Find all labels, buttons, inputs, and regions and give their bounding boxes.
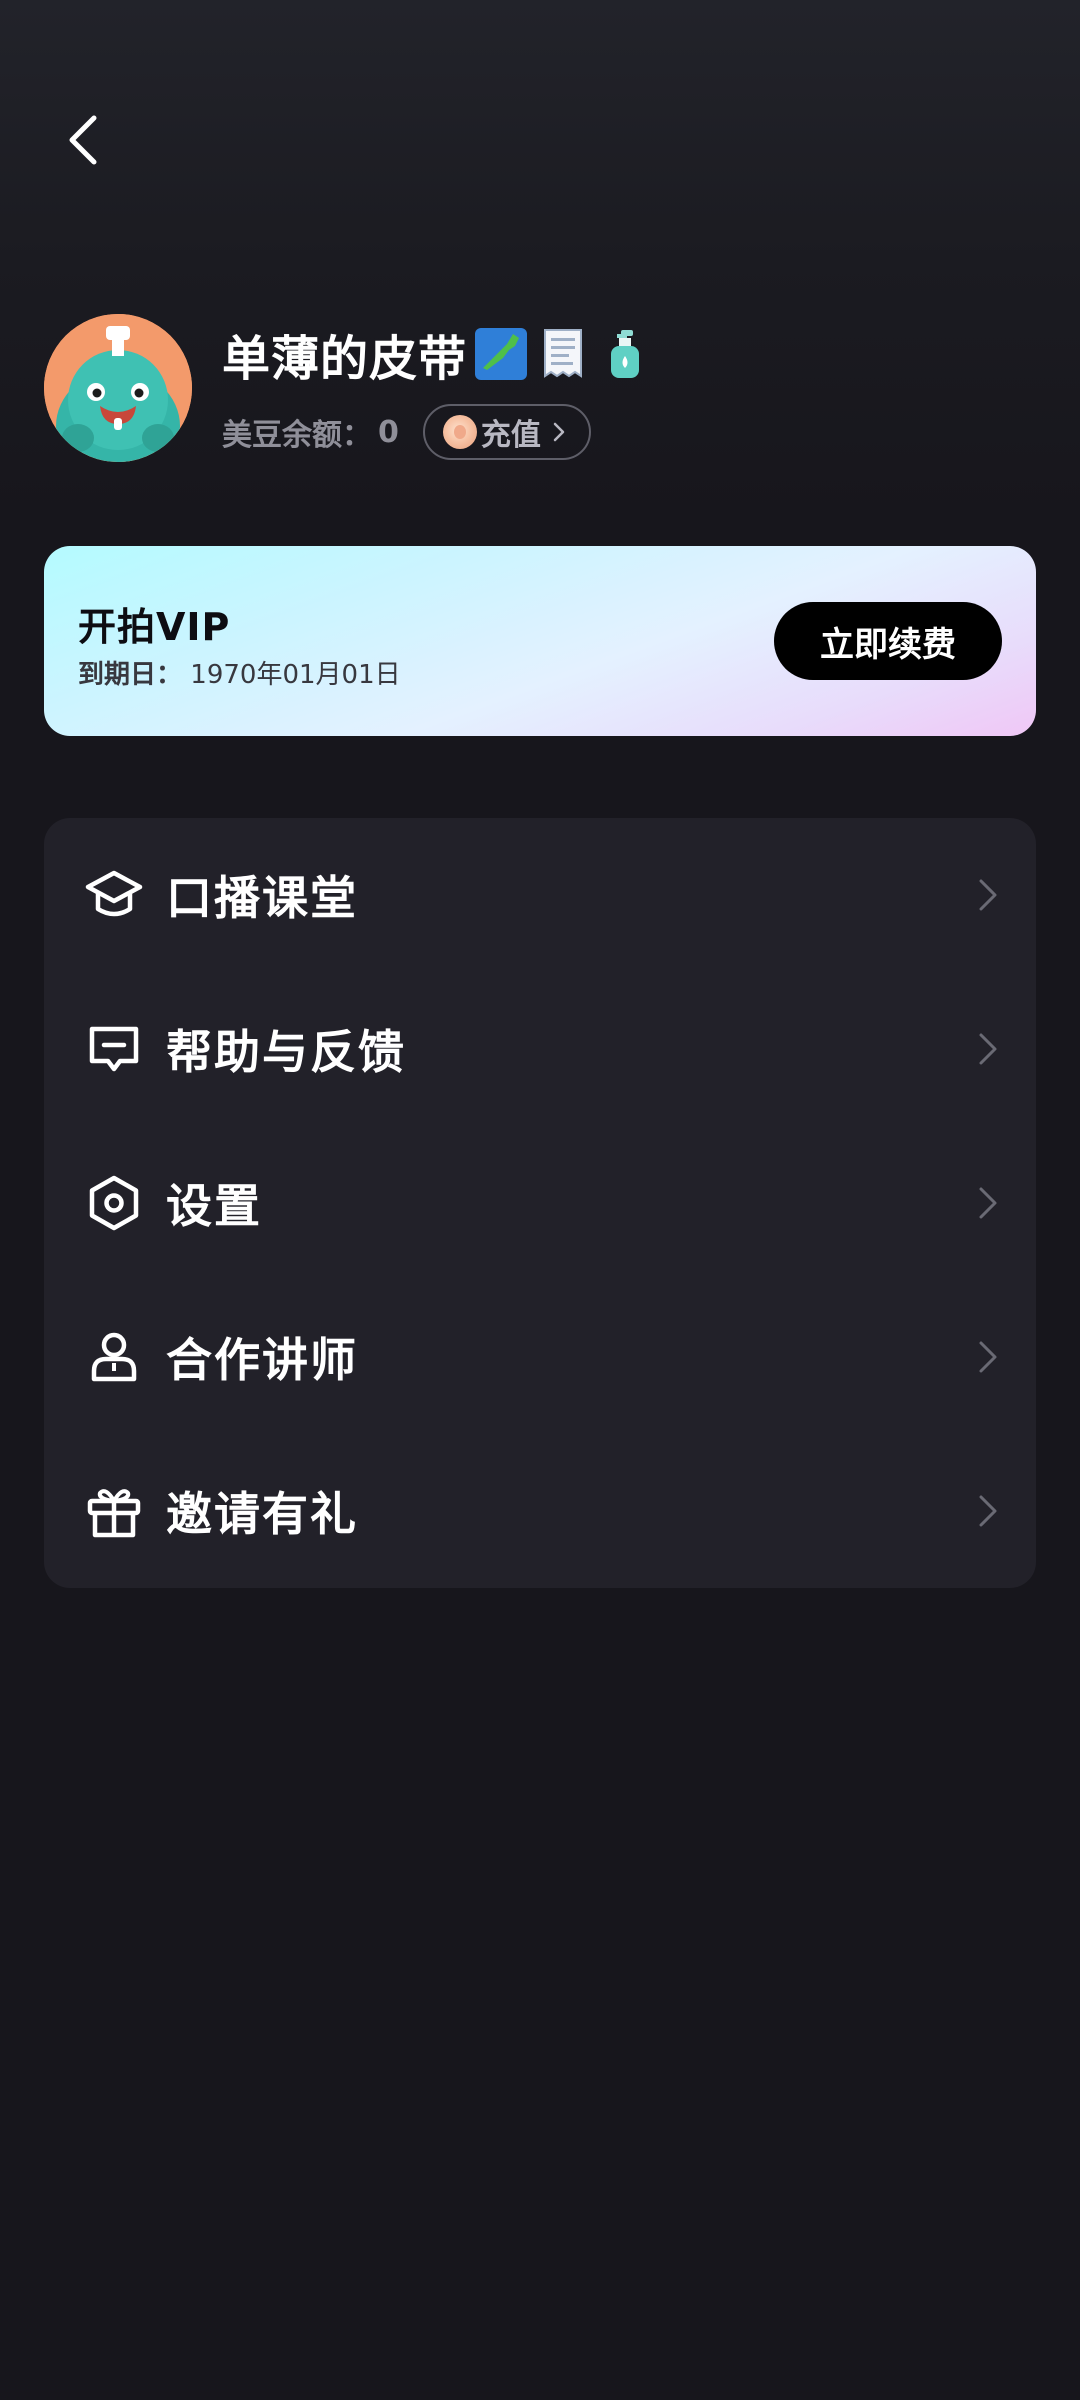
japan-map-emoji-icon	[473, 326, 529, 382]
balance-label: 美豆余额：	[222, 418, 372, 453]
avatar-image	[44, 314, 192, 462]
menu-item-label: 邀请有礼	[166, 1487, 358, 1541]
menu-item-feedback[interactable]: 帮助与反馈	[44, 972, 1036, 1126]
recharge-label: 充值	[480, 418, 541, 453]
settings-icon	[84, 1173, 144, 1233]
graduation-cap-icon	[84, 865, 144, 925]
menu-item-settings[interactable]: 设置	[44, 1126, 1036, 1280]
chevron-right-icon	[553, 422, 565, 442]
renew-button[interactable]: 立即续费	[774, 602, 1002, 680]
avatar[interactable]	[44, 314, 192, 462]
chevron-left-icon	[69, 115, 97, 165]
vip-expiry-date: 1970年01月01日	[190, 660, 401, 690]
chevron-right-icon	[979, 1495, 997, 1527]
balance-value: 0	[378, 414, 399, 450]
chevron-right-icon	[979, 879, 997, 911]
back-button[interactable]	[44, 100, 124, 180]
chevron-right-icon	[979, 1341, 997, 1373]
menu-card: 口播课堂 帮助与反馈 设置 合作讲师 邀请有礼	[44, 818, 1036, 1588]
balance-row: 美豆余额： 0 充值	[222, 404, 591, 460]
username-text: 单薄的皮带	[222, 331, 468, 387]
lecturer-icon	[84, 1327, 144, 1387]
menu-item-label: 设置	[166, 1179, 262, 1233]
coin-icon	[442, 415, 477, 449]
chevron-right-icon	[979, 1033, 997, 1065]
vip-title: 开拍VIP	[78, 605, 231, 649]
profile-page: 单薄的皮带 美豆余额： 0 充值 开拍VIP 到期日： 1970年01月01日 …	[0, 0, 1080, 2400]
menu-item-course[interactable]: 口播课堂	[44, 818, 1036, 972]
feedback-icon	[84, 1019, 144, 1079]
menu-item-invite[interactable]: 邀请有礼	[44, 1434, 1036, 1588]
vip-expiry: 到期日： 1970年01月01日	[78, 654, 401, 691]
menu-item-lecturer[interactable]: 合作讲师	[44, 1280, 1036, 1434]
menu-item-label: 口播课堂	[166, 871, 358, 925]
receipt-emoji-icon	[535, 326, 591, 382]
username: 单薄的皮带	[222, 318, 653, 390]
recharge-button[interactable]: 充值	[422, 404, 591, 460]
vip-expiry-label: 到期日：	[78, 660, 183, 690]
chevron-right-icon	[979, 1187, 997, 1219]
menu-item-label: 帮助与反馈	[166, 1025, 406, 1079]
menu-item-label: 合作讲师	[166, 1333, 358, 1387]
lotion-bottle-emoji-icon	[597, 326, 653, 382]
vip-card: 开拍VIP 到期日： 1970年01月01日 立即续费	[44, 546, 1036, 736]
gift-icon	[84, 1481, 144, 1541]
